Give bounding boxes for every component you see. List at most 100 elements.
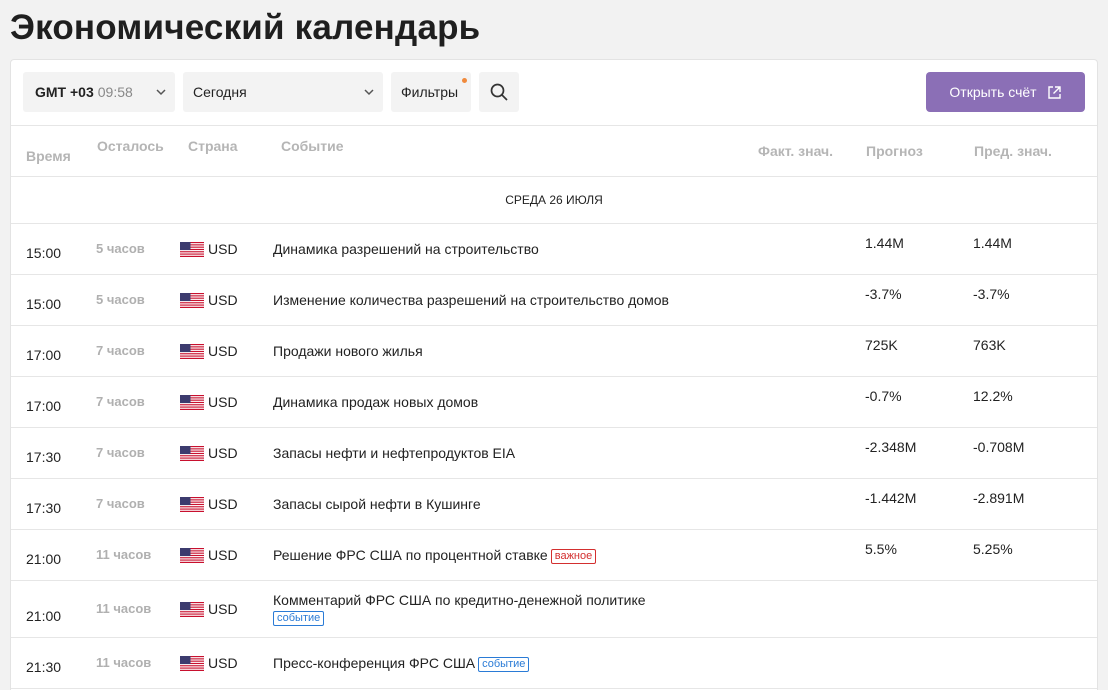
row-remaining: 5 часов: [96, 241, 145, 256]
row-remaining: 11 часов: [96, 601, 152, 616]
row-event[interactable]: Запасы нефти и нефтепродуктов EIA: [273, 445, 713, 462]
row-previous: 12.2%: [973, 388, 1013, 404]
table-row[interactable]: 21:00 11 часов USD Комментарий ФРС США по …: [11, 581, 1097, 638]
page-title: Экономический календарь: [10, 8, 481, 47]
row-previous: -0.708M: [973, 439, 1025, 455]
row-event-title: Динамика продаж новых домов: [273, 394, 479, 410]
toolbar: GMT +03 09:58 Сегодня Фильтры Открыть сч…: [11, 60, 1097, 126]
row-remaining: 7 часов: [96, 445, 145, 460]
row-forecast: 725K: [865, 337, 898, 353]
row-event[interactable]: Решение ФРС США по процентной ставке важн…: [273, 547, 713, 564]
row-forecast: -1.442M: [865, 490, 917, 506]
row-currency: USD: [208, 343, 238, 359]
chevron-down-icon: [364, 89, 374, 96]
table-row[interactable]: 15:00 5 часов USD Динамика разрешений на с…: [11, 224, 1097, 275]
row-remaining: 7 часов: [96, 496, 145, 511]
row-previous: -2.891M: [973, 490, 1025, 506]
row-remaining: 11 часов: [96, 655, 152, 670]
timezone-label: GMT +03: [35, 84, 94, 100]
row-event[interactable]: Запасы сырой нефти в Кушинге: [273, 496, 713, 513]
search-icon: [490, 83, 508, 101]
row-time: 21:00: [26, 608, 62, 624]
row-forecast: 5.5%: [865, 541, 897, 557]
row-country: USD: [180, 496, 238, 512]
row-country: USD: [180, 445, 238, 461]
row-country: USD: [180, 547, 238, 563]
external-link-icon: [1047, 85, 1061, 99]
table-row[interactable]: 17:30 7 часов USD Запасы нефти и нефтепрод…: [11, 428, 1097, 479]
table-header: Время Осталось Страна Событие Факт. знач…: [11, 126, 1097, 177]
row-event[interactable]: Динамика продаж новых домов: [273, 394, 713, 411]
table-row[interactable]: 17:00 7 часов USD Продажи нового жилья 725K…: [11, 326, 1097, 377]
calendar-card: GMT +03 09:58 Сегодня Фильтры Открыть сч…: [10, 59, 1098, 690]
filters-button[interactable]: Фильтры: [391, 72, 471, 112]
col-country[interactable]: Страна: [188, 138, 238, 154]
row-currency: USD: [208, 655, 238, 671]
open-account-label: Открыть счёт: [949, 84, 1037, 100]
row-time: 21:00: [26, 551, 62, 567]
day-select-value: Сегодня: [193, 84, 247, 100]
row-remaining: 5 часов: [96, 292, 145, 307]
table-row[interactable]: 17:30 7 часов USD Запасы сырой нефти в Куш…: [11, 479, 1097, 530]
events-list: 15:00 5 часов USD Динамика разрешений на с…: [11, 224, 1097, 689]
col-event[interactable]: Событие: [281, 138, 344, 154]
row-currency: USD: [208, 241, 238, 257]
row-event-title: Комментарий ФРС США по кредитно-денежной…: [273, 592, 646, 608]
us-flag-icon: [180, 241, 204, 257]
day-select[interactable]: Сегодня: [183, 72, 383, 112]
row-country: USD: [180, 292, 238, 308]
row-currency: USD: [208, 394, 238, 410]
row-currency: USD: [208, 547, 238, 563]
row-forecast: 1.44M: [865, 235, 904, 251]
us-flag-icon: [180, 547, 204, 563]
row-time: 21:30: [26, 659, 62, 675]
row-previous: 5.25%: [973, 541, 1013, 557]
timezone-select[interactable]: GMT +03 09:58: [23, 72, 175, 112]
row-country: USD: [180, 241, 238, 257]
table-row[interactable]: 15:00 5 часов USD Изменение количества раз…: [11, 275, 1097, 326]
row-event[interactable]: Изменение количества разрешений на строи…: [273, 292, 713, 309]
row-previous: 1.44M: [973, 235, 1012, 251]
table-row[interactable]: 21:00 11 часов USD Решение ФРС США по проц…: [11, 530, 1097, 581]
row-event-title: Запасы нефти и нефтепродуктов EIA: [273, 445, 516, 461]
row-event-title: Изменение количества разрешений на строи…: [273, 292, 669, 308]
search-button[interactable]: [479, 72, 519, 112]
row-event-title: Пресс-конференция ФРС США: [273, 655, 476, 671]
us-flag-icon: [180, 343, 204, 359]
row-remaining: 7 часов: [96, 394, 145, 409]
open-account-button[interactable]: Открыть счёт: [926, 72, 1085, 112]
col-actual[interactable]: Факт. знач.: [758, 143, 833, 159]
row-previous: -3.7%: [973, 286, 1010, 302]
filters-label: Фильтры: [401, 84, 459, 100]
row-time: 17:00: [26, 347, 62, 363]
row-event[interactable]: Динамика разрешений на строительство: [273, 241, 713, 258]
row-currency: USD: [208, 601, 238, 617]
row-time: 15:00: [26, 245, 62, 261]
row-event[interactable]: Продажи нового жилья: [273, 343, 713, 360]
row-currency: USD: [208, 496, 238, 512]
col-remaining[interactable]: Осталось: [97, 138, 164, 154]
row-country: USD: [180, 655, 238, 671]
row-country: USD: [180, 394, 238, 410]
col-forecast[interactable]: Прогноз: [866, 143, 923, 159]
row-event-title: Динамика разрешений на строительство: [273, 241, 539, 257]
row-currency: USD: [208, 445, 238, 461]
row-time: 15:00: [26, 296, 62, 312]
col-time[interactable]: Время: [26, 148, 71, 164]
row-country: USD: [180, 601, 238, 617]
row-remaining: 7 часов: [96, 343, 145, 358]
table-row[interactable]: 17:00 7 часов USD Динамика продаж новых до…: [11, 377, 1097, 428]
row-event-title: Запасы сырой нефти в Кушинге: [273, 496, 481, 512]
us-flag-icon: [180, 292, 204, 308]
us-flag-icon: [180, 394, 204, 410]
table-row[interactable]: 21:30 11 часов USD Пресс-конференция ФРС С…: [11, 638, 1097, 689]
row-country: USD: [180, 343, 238, 359]
col-previous[interactable]: Пред. знач.: [974, 143, 1052, 159]
event-badge: событие: [478, 657, 530, 672]
row-time: 17:00: [26, 398, 62, 414]
row-forecast: -2.348M: [865, 439, 917, 455]
us-flag-icon: [180, 445, 204, 461]
filter-active-dot: [462, 78, 467, 83]
row-event[interactable]: Комментарий ФРС США по кредитно-денежной…: [273, 592, 713, 626]
row-event[interactable]: Пресс-конференция ФРС США событие: [273, 655, 713, 672]
